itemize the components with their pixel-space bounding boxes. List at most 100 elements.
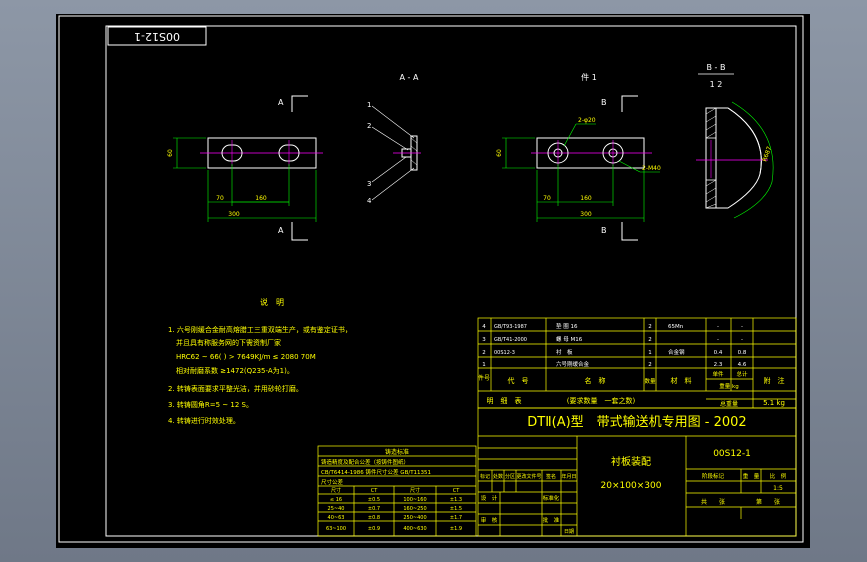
casting-row-1: 铸造精度及配合公差（按铸件图纸） bbox=[321, 458, 409, 466]
svg-text:2: 2 bbox=[648, 362, 652, 368]
dim-height-60: 60 bbox=[167, 149, 174, 157]
note-line-3: HRC62 ~ 66( ) > 7649KJ/m ≤ 2080 70M bbox=[176, 353, 316, 361]
casting-row-3: 尺寸公差 bbox=[321, 478, 344, 486]
svg-text:1: 1 bbox=[482, 362, 486, 368]
view-title-part1: 件 1 bbox=[581, 72, 597, 82]
svg-text:±0.8: ±0.8 bbox=[368, 515, 380, 521]
drawing-number: 00S12-1 bbox=[713, 449, 751, 459]
svg-text:±0.9: ±0.9 bbox=[368, 526, 380, 532]
notes-title: 说 明 bbox=[260, 297, 284, 307]
bom-rows: 4 GB/T93-1987 垫 圈 16 2 65Mn - - 3 GB/T41… bbox=[482, 322, 747, 368]
note-line-5: 2. 转铸表面要求平整光洁，并用砂轮打磨。 bbox=[168, 384, 303, 393]
svg-text:GB/T41-2000: GB/T41-2000 bbox=[494, 337, 527, 343]
svg-text:±1.9: ±1.9 bbox=[450, 526, 462, 532]
svg-text:螺 母 M16: 螺 母 M16 bbox=[556, 335, 583, 343]
scale-value: 1:5 bbox=[773, 485, 783, 492]
bom-header-qty: 数量 bbox=[644, 377, 656, 385]
svg-text:-: - bbox=[717, 337, 719, 343]
cad-drawing[interactable]: 00S12-1 A - A 件 1 B - B 1 2 60 70 160 30… bbox=[56, 14, 810, 548]
svg-text:3: 3 bbox=[482, 337, 486, 343]
svg-text:±0.7: ±0.7 bbox=[368, 506, 380, 512]
svg-text:合金钢: 合金钢 bbox=[668, 348, 685, 356]
section-mark-a-bottom: A bbox=[278, 226, 284, 235]
outer-frame bbox=[58, 15, 804, 543]
main-title: DTⅡ(A)型 带式输送机专用图 - 2002 bbox=[527, 414, 746, 430]
note-line-2: 并且具有称服务网的下需资制厂家 bbox=[176, 338, 281, 347]
note-line-4: 相对耐磨系数 ≥1472(Q235-A为1)。 bbox=[176, 366, 294, 375]
section-mark-b-top: B bbox=[601, 98, 607, 107]
bom-detail-label: 明 细 表 bbox=[487, 396, 522, 405]
dim-300: 300 bbox=[228, 211, 240, 218]
bom-header-weight-unit: 重量 kg bbox=[719, 382, 738, 390]
svg-text:2.3: 2.3 bbox=[714, 362, 723, 368]
approve-label: 批 准 bbox=[543, 516, 560, 524]
view-title-bb: B - B bbox=[707, 63, 726, 72]
svg-text:处数: 处数 bbox=[493, 473, 503, 480]
svg-text:六号刚缓合金: 六号刚缓合金 bbox=[556, 360, 590, 368]
dim-70: 70 bbox=[216, 195, 224, 202]
svg-text:年月日: 年月日 bbox=[561, 473, 576, 480]
standard-label: 标准化 bbox=[543, 494, 560, 502]
bom-header-unit: 单件 bbox=[712, 370, 724, 378]
note-line-7: 4. 转铸进行时效处理。 bbox=[168, 416, 240, 425]
part1-view: 60 70 160 300 2-φ20 2-M40 bbox=[496, 117, 661, 222]
stamp-text: 00S12-1 bbox=[134, 30, 180, 43]
svg-text:CT: CT bbox=[453, 488, 460, 494]
svg-text:CT: CT bbox=[371, 488, 378, 494]
section-bb-view: R687 bbox=[696, 101, 774, 219]
svg-text:更改文件号: 更改文件号 bbox=[516, 473, 541, 480]
cad-viewport[interactable]: 00S12-1 A - A 件 1 B - B 1 2 60 70 160 30… bbox=[56, 14, 810, 548]
svg-text:400~630: 400~630 bbox=[403, 526, 426, 532]
view-scale-bb: 1 2 bbox=[710, 80, 723, 89]
svg-text:2: 2 bbox=[648, 324, 652, 330]
dim-70-part1: 70 bbox=[543, 195, 551, 202]
check-label: 审 核 bbox=[481, 516, 498, 524]
drawing-dimensions: 20×100×300 bbox=[601, 481, 662, 491]
sheet-number: 第 张 bbox=[756, 498, 780, 506]
bom-header-remark: 附 注 bbox=[764, 376, 785, 385]
svg-text:签名: 签名 bbox=[546, 473, 556, 480]
dim-holes-40: 2-M40 bbox=[642, 165, 661, 172]
svg-text:±1.3: ±1.3 bbox=[450, 497, 462, 503]
section-mark-a-top: A bbox=[278, 98, 284, 107]
design-label: 设 计 bbox=[481, 494, 498, 502]
svg-text:±0.5: ±0.5 bbox=[368, 497, 380, 503]
svg-text:4: 4 bbox=[482, 324, 486, 330]
svg-text:1: 1 bbox=[648, 350, 652, 356]
svg-text:尺寸: 尺寸 bbox=[410, 487, 420, 494]
callout-3: 3 bbox=[367, 180, 371, 188]
casting-row-2: CB/T6414-1986 铸件尺寸公差 GB/T11351 bbox=[321, 468, 431, 476]
svg-text:±1.7: ±1.7 bbox=[450, 515, 462, 521]
svg-text:2: 2 bbox=[482, 350, 486, 356]
dim-holes-20: 2-φ20 bbox=[578, 117, 596, 124]
svg-text:160~250: 160~250 bbox=[403, 506, 426, 512]
svg-text:垫 圈 16: 垫 圈 16 bbox=[556, 322, 578, 330]
scale-label: 比 例 bbox=[770, 472, 787, 480]
dim-160: 160 bbox=[255, 195, 267, 202]
front-view: 60 70 160 300 bbox=[167, 137, 323, 222]
dim-height-60-part1: 60 bbox=[496, 149, 503, 157]
casting-table-title: 铸造标准 bbox=[385, 448, 409, 456]
dim-300-part1: 300 bbox=[580, 211, 592, 218]
svg-text:2: 2 bbox=[648, 337, 652, 343]
bom-total-value: 5.1 kg bbox=[763, 399, 785, 407]
svg-text:≤ 16: ≤ 16 bbox=[330, 497, 342, 503]
dim-160-part1: 160 bbox=[580, 195, 592, 202]
stage-label: 阶段标记 bbox=[702, 472, 725, 480]
side-section-view bbox=[371, 105, 421, 201]
svg-text:±1.5: ±1.5 bbox=[450, 506, 462, 512]
dim-radius-687: R687 bbox=[761, 145, 773, 162]
bom-header-total: 总计 bbox=[736, 370, 748, 378]
drawing-name: 衬板装配 bbox=[611, 455, 651, 468]
bom-table bbox=[477, 317, 797, 409]
svg-text:65Mn: 65Mn bbox=[668, 324, 684, 330]
svg-text:0.4: 0.4 bbox=[714, 350, 723, 356]
sheet-total: 共 张 bbox=[701, 498, 725, 506]
svg-text:分区: 分区 bbox=[505, 473, 515, 480]
note-line-1: 1. 六号刚缓合金耐高熔腊工三重双端生产，或有鉴定证书， bbox=[168, 325, 352, 334]
svg-text:40~63: 40~63 bbox=[328, 515, 345, 521]
bom-detail-note: (要求数量 一套之数) bbox=[567, 396, 636, 405]
svg-text:标记: 标记 bbox=[480, 473, 490, 480]
svg-text:63~100: 63~100 bbox=[326, 526, 346, 532]
bom-total-label: 总重量 bbox=[720, 400, 738, 408]
